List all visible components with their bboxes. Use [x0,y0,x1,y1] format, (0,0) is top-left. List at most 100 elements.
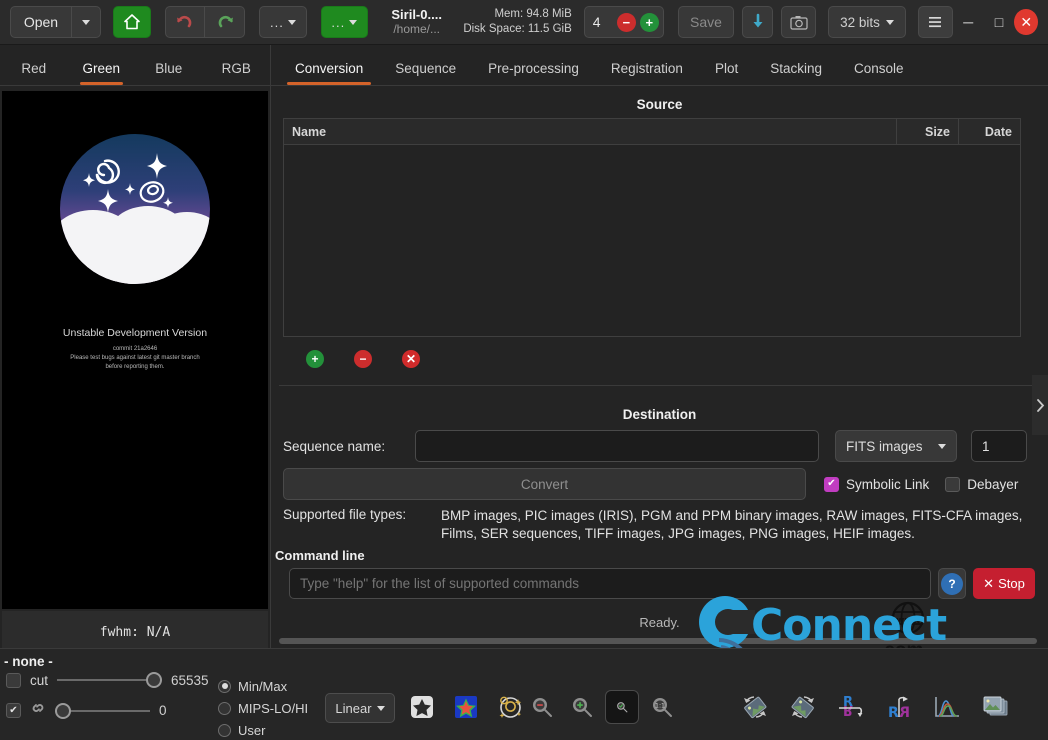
home-button[interactable] [113,6,151,38]
tab-conversion[interactable]: Conversion [279,61,379,85]
tab-blue[interactable]: Blue [135,61,203,85]
astrometry-annotate-icon[interactable] [493,690,527,724]
right-panel-expander[interactable] [1032,375,1048,435]
false-color-icon[interactable] [449,690,483,724]
sequence-name-label: Sequence name: [283,439,415,454]
bit-depth-selector[interactable]: 32 bits [828,6,906,38]
column-header-name[interactable]: Name [284,125,896,139]
chevron-down-icon [288,20,296,25]
symbolic-link-checkbox-box[interactable] [824,477,839,492]
radio-min-max-label: Min/Max [238,679,287,694]
splash-commit: commit 21a2646 [2,345,268,354]
column-header-size[interactable]: Size [896,119,958,144]
mirror-horizontal-icon[interactable]: R R [882,690,916,724]
radio-user[interactable]: User [218,719,308,740]
debayer-label: Debayer [967,477,1018,492]
maximize-button[interactable]: □ [984,5,1015,39]
tab-sequence[interactable]: Sequence [379,61,472,85]
output-format-select[interactable]: FITS images [835,430,957,462]
save-as-button[interactable] [742,6,773,38]
sequence-name-input[interactable] [415,430,819,462]
link-checkbox[interactable] [6,703,21,718]
processing-menu-label: ... [270,15,284,30]
image-stack-icon[interactable] [978,690,1012,724]
mirror-vertical-icon[interactable]: R R [834,690,868,724]
rotate-right-icon[interactable] [786,690,820,724]
transform-icons: R R R R [738,690,1012,724]
thread-decrease-button[interactable]: − [617,13,636,32]
image-preview-area[interactable]: Unstable Development Version commit 21a2… [2,91,268,609]
debayer-checkbox-box[interactable] [945,477,960,492]
negative-view-icon[interactable] [405,690,439,724]
symbolic-link-label: Symbolic Link [846,477,929,492]
zoom-out-icon[interactable] [525,690,559,724]
home-icon [122,12,142,32]
slider-knob[interactable] [146,672,162,688]
tab-red[interactable]: Red [0,61,68,85]
command-line-input[interactable] [289,568,931,599]
main-tab-bar: Conversion Sequence Pre-processing Regis… [271,45,1048,86]
scale-mode-select[interactable]: Linear [325,693,395,723]
save-button[interactable]: Save [678,6,734,38]
undo-redo-group [165,6,245,38]
cut-label: cut [30,673,48,688]
clear-list-button[interactable]: ✕ [402,350,420,368]
start-index-input[interactable] [971,430,1027,462]
thread-count-stepper[interactable]: 4 − + [584,6,664,38]
supported-file-types-label: Supported file types: [283,507,441,543]
tab-stacking[interactable]: Stacking [754,61,838,85]
source-file-list[interactable]: Name Size Date [283,118,1021,337]
lo-threshold-row: 0 [6,701,207,720]
cut-checkbox[interactable] [6,673,21,688]
download-arrow-icon [751,13,765,31]
cloud-shape [132,244,194,284]
open-button[interactable]: Open [10,6,72,38]
rotate-left-icon[interactable] [738,690,772,724]
hi-threshold-row: cut 65535 [6,671,219,689]
undo-button[interactable] [165,6,205,38]
histogram-icon[interactable] [930,690,964,724]
scale-mode-value: Linear [335,701,371,716]
tab-rgb[interactable]: RGB [203,61,271,85]
convert-button[interactable]: Convert [283,468,806,500]
open-dropdown-button[interactable] [72,6,101,38]
siril-logo [60,134,210,284]
tab-registration[interactable]: Registration [595,61,699,85]
radio-indicator [218,724,231,737]
tab-green[interactable]: Green [68,61,136,85]
command-help-button[interactable]: ? [938,568,966,599]
processing-menu-button[interactable]: ... [259,6,306,38]
chevron-down-icon [886,20,894,25]
redo-button[interactable] [205,6,245,38]
stop-button[interactable]: ✕ Stop [973,568,1035,599]
lo-threshold-slider[interactable] [55,702,150,720]
camera-icon [790,15,808,30]
tab-console[interactable]: Console [838,61,920,85]
splash-commit-block: commit 21a2646 Please test bugs against … [2,345,268,372]
zoom-one-to-one-icon[interactable]: 1:1 [645,690,679,724]
resource-stats: Mem: 94.8 MiB Disk Space: 11.5 GiB [463,7,571,37]
radio-min-max[interactable]: Min/Max [218,675,308,697]
remove-file-button[interactable]: − [354,350,372,368]
hi-threshold-slider[interactable] [57,671,162,689]
debayer-checkbox[interactable]: Debayer [945,477,1018,492]
minimize-button[interactable]: ─ [953,5,984,39]
main-menu-button[interactable] [918,6,953,38]
scripts-menu-button[interactable]: ... [321,6,368,38]
close-button[interactable]: ✕ [1014,9,1038,35]
slider-knob[interactable] [55,703,71,719]
svg-text:1:1: 1:1 [655,703,665,710]
splash-note-2: before reporting them. [2,363,268,372]
bit-depth-label: 32 bits [840,15,880,30]
zoom-in-icon[interactable] [565,690,599,724]
tab-plot[interactable]: Plot [699,61,754,85]
radio-indicator [218,680,231,693]
column-header-date[interactable]: Date [958,119,1020,144]
symbolic-link-checkbox[interactable]: Symbolic Link [824,477,929,492]
snapshot-button[interactable] [781,6,816,38]
zoom-fit-icon[interactable] [605,690,639,724]
thread-increase-button[interactable]: + [640,13,659,32]
tab-pre-processing[interactable]: Pre-processing [472,61,595,85]
add-files-button[interactable]: + [306,350,324,368]
radio-mips-lo-hi[interactable]: MIPS-LO/HI [218,697,308,719]
